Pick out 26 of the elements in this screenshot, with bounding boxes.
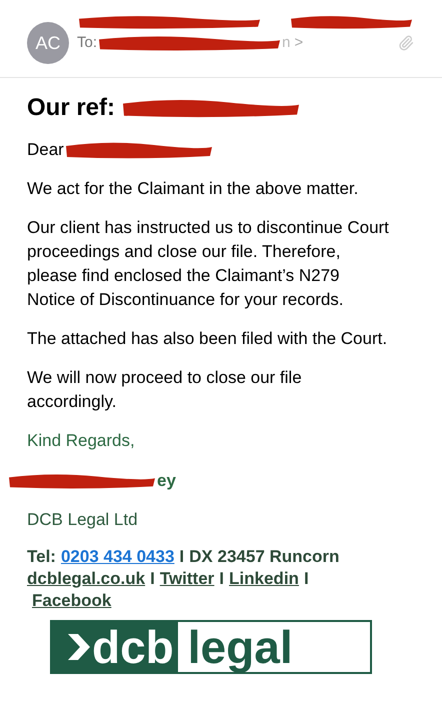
recipient-fragment: n: [282, 33, 290, 53]
tel-label: Tel:: [27, 546, 56, 568]
separator: I: [219, 568, 224, 590]
to-label: To:: [77, 33, 98, 53]
paragraph: Our client has instructed us to discontinue Court proceedings and close our file. Therefore, please find enclosed the Claimant’s N279 Notice of Discontinuance for your records.: [27, 217, 390, 311]
link[interactable]: Linkedin: [229, 568, 299, 590]
paragraph: We will now proceed to close our file accordingly.: [27, 367, 303, 413]
link[interactable]: Twitter: [160, 568, 214, 590]
separator: I: [304, 568, 309, 590]
logo-text: legal: [186, 622, 293, 672]
logo-text: dcb: [92, 622, 174, 672]
closing: Kind Regards,: [27, 430, 136, 452]
separator: I: [179, 546, 184, 568]
link[interactable]: Facebook: [32, 590, 112, 612]
phone-link[interactable]: 0203 434 0433: [60, 546, 174, 568]
paragraph: The attached has also been filed with the Court.: [27, 328, 388, 350]
signature-fragment: ey: [157, 470, 176, 492]
separator: I: [150, 568, 155, 590]
company-name: DCB Legal Ltd: [27, 509, 139, 531]
greeting: Dear: [27, 139, 64, 161]
dx-address: DX 23457 Runcorn: [189, 546, 340, 568]
link[interactable]: dcblegal.co.uk: [27, 568, 146, 590]
paragraph: We act for the Claimant in the above matter.: [27, 178, 360, 200]
subject: Our ref:: [27, 96, 116, 120]
avatar: AC: [27, 22, 69, 64]
paperclip-icon: [398, 35, 414, 52]
